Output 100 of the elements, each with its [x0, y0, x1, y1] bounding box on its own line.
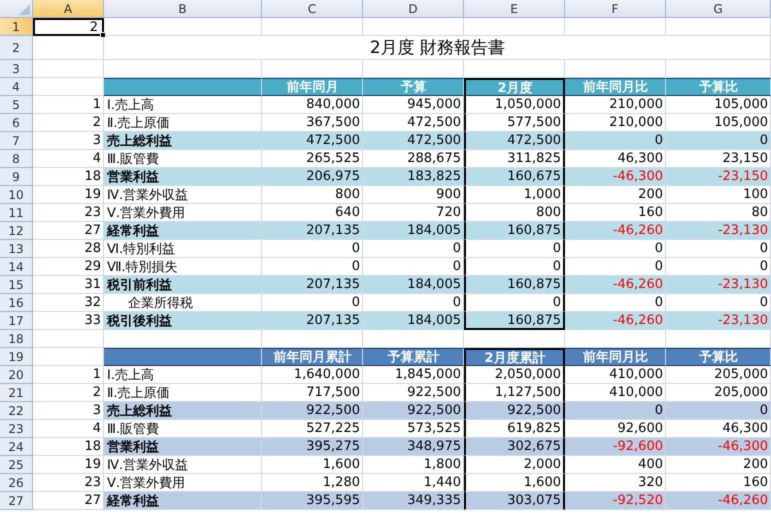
table-cell: 28 — [33, 240, 104, 258]
column-heading: 前年同月累計 — [262, 348, 363, 366]
table-cell: -92,520 — [565, 492, 666, 510]
row-header[interactable]: 6 — [0, 114, 33, 132]
row-header[interactable]: 13 — [0, 240, 33, 258]
table-cell: Ⅴ.営業外費用 — [104, 204, 262, 222]
table-cell: 0 — [363, 294, 464, 312]
table-cell: 207,135 — [262, 222, 363, 240]
row-header[interactable]: 1 — [0, 18, 33, 36]
table-cell: -92,600 — [565, 438, 666, 456]
table-cell: 472,500 — [363, 132, 464, 150]
table-cell: 922,500 — [464, 402, 565, 420]
table-cell: 717,500 — [262, 384, 363, 402]
table-cell: 410,000 — [565, 384, 666, 402]
table-cell: 800 — [464, 204, 565, 222]
row-header[interactable]: 24 — [0, 438, 33, 456]
table-cell: 税引後利益 — [104, 312, 262, 330]
table-cell: 0 — [666, 240, 771, 258]
row-header[interactable]: 18 — [0, 330, 33, 348]
table-cell: 19 — [33, 186, 104, 204]
table-cell: -46,300 — [666, 438, 771, 456]
table-cell: 720 — [363, 204, 464, 222]
column-heading: 前年同月比 — [565, 78, 666, 96]
table-cell: 184,005 — [363, 312, 464, 330]
row-header[interactable]: 10 — [0, 186, 33, 204]
table-cell: 207,135 — [262, 312, 363, 330]
column-heading: 予算比 — [666, 348, 771, 366]
row-header[interactable]: 16 — [0, 294, 33, 312]
row-header[interactable]: 17 — [0, 312, 33, 330]
column-header[interactable]: E — [464, 0, 565, 18]
row-header[interactable]: 14 — [0, 258, 33, 276]
row-header[interactable]: 4 — [0, 78, 33, 96]
row-header[interactable]: 15 — [0, 276, 33, 294]
table-cell: 1,127,500 — [464, 384, 565, 402]
table-cell: 1,845,000 — [363, 366, 464, 384]
table-cell: 367,500 — [262, 114, 363, 132]
table-cell: -23,150 — [666, 168, 771, 186]
column-header[interactable]: G — [666, 0, 771, 18]
column-header[interactable]: A — [33, 0, 104, 18]
row-header[interactable]: 8 — [0, 150, 33, 168]
column-header[interactable]: D — [363, 0, 464, 18]
table-cell: 311,825 — [464, 150, 565, 168]
row-header[interactable]: 22 — [0, 402, 33, 420]
table-cell: 922,500 — [363, 402, 464, 420]
column-heading: 予算 — [363, 78, 464, 96]
table-cell: 320 — [565, 474, 666, 492]
table-cell: 160 — [666, 474, 771, 492]
table-cell: 経常利益 — [104, 222, 262, 240]
table-cell: 573,525 — [363, 420, 464, 438]
table-cell: 33 — [33, 312, 104, 330]
table-cell: 265,525 — [262, 150, 363, 168]
table-cell: 800 — [262, 186, 363, 204]
table-cell: 472,500 — [363, 114, 464, 132]
row-header[interactable]: 19 — [0, 348, 33, 366]
table-cell: 1,050,000 — [464, 96, 565, 114]
row-header[interactable]: 21 — [0, 384, 33, 402]
row-header[interactable]: 25 — [0, 456, 33, 474]
table-cell: Ⅵ.特別利益 — [104, 240, 262, 258]
table-cell: 348,975 — [363, 438, 464, 456]
row-header[interactable]: 7 — [0, 132, 33, 150]
table-cell: 0 — [363, 240, 464, 258]
column-header[interactable]: C — [262, 0, 363, 18]
table-cell: 2,050,000 — [464, 366, 565, 384]
table-cell: 410,000 — [565, 366, 666, 384]
select-all-corner[interactable] — [0, 0, 33, 18]
table-cell: 840,000 — [262, 96, 363, 114]
column-heading: 2月度累計 — [464, 348, 565, 366]
table-cell: 210,000 — [565, 96, 666, 114]
row-header[interactable]: 12 — [0, 222, 33, 240]
row-header[interactable]: 26 — [0, 474, 33, 492]
table-cell[interactable]: 2 — [33, 18, 104, 36]
table-cell: 1 — [33, 96, 104, 114]
row-header[interactable]: 23 — [0, 420, 33, 438]
fill-handle[interactable] — [100, 32, 106, 38]
table-cell: Ⅲ.販管費 — [104, 150, 262, 168]
column-header[interactable]: F — [565, 0, 666, 18]
table-cell: 200 — [666, 456, 771, 474]
table-cell: Ⅱ.売上原価 — [104, 384, 262, 402]
table-cell: 税引前利益 — [104, 276, 262, 294]
row-header[interactable]: 11 — [0, 204, 33, 222]
row-header[interactable]: 27 — [0, 492, 33, 510]
row-header[interactable]: 2 — [0, 36, 33, 60]
table-cell: 経常利益 — [104, 492, 262, 510]
row-header[interactable]: 9 — [0, 168, 33, 186]
table-cell: 207,135 — [262, 276, 363, 294]
row-header[interactable]: 20 — [0, 366, 33, 384]
column-heading: 予算比 — [666, 78, 771, 96]
table-cell: 0 — [565, 132, 666, 150]
table-cell: 577,500 — [464, 114, 565, 132]
table-cell: 205,000 — [666, 366, 771, 384]
table-cell: 23 — [33, 204, 104, 222]
table-cell: 1,600 — [262, 456, 363, 474]
row-header[interactable]: 5 — [0, 96, 33, 114]
table-cell: Ⅰ.売上高 — [104, 366, 262, 384]
column-header[interactable]: B — [104, 0, 262, 18]
table-cell: 31 — [33, 276, 104, 294]
table-cell: 922,500 — [262, 402, 363, 420]
table-cell: 945,000 — [363, 96, 464, 114]
row-header[interactable]: 3 — [0, 60, 33, 78]
table-cell: 売上総利益 — [104, 132, 262, 150]
